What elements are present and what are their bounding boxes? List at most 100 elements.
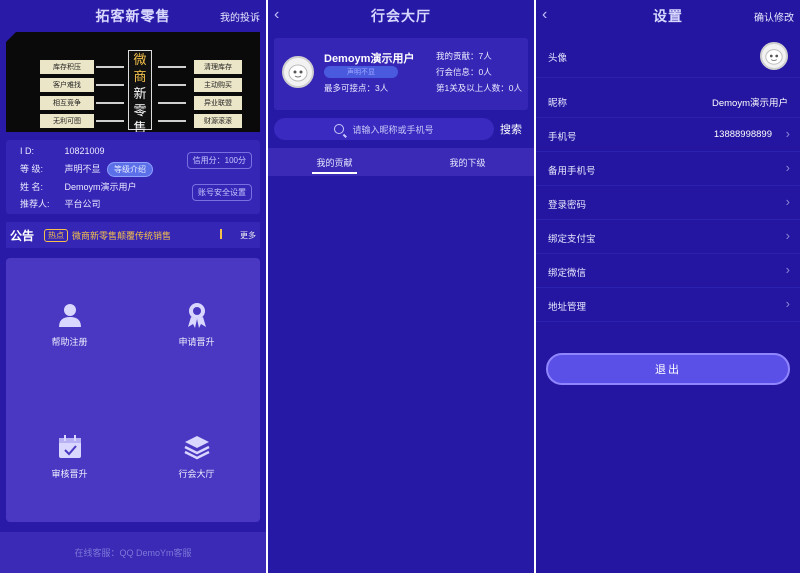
settings-key: 头像	[548, 53, 568, 64]
banner-char: 零	[133, 103, 147, 118]
search-button[interactable]: 搜索	[500, 121, 522, 137]
info-id-value: 10821009	[64, 146, 105, 156]
back-icon[interactable]: ‹	[274, 6, 279, 24]
settings-key: 登录密码	[548, 200, 587, 211]
notice-message[interactable]: 微商新零售颠覆传统销售	[72, 229, 171, 242]
chevron-right-icon: ›	[785, 228, 790, 243]
guild-user-card: Demoym演示用户 声明不显 最多可接点：3人 我的贡献：7人 行会信息：0人…	[274, 38, 528, 110]
guild-title: 行会大厅	[371, 8, 431, 24]
chevron-right-icon: ›	[785, 194, 790, 209]
banner-arrow	[96, 120, 124, 122]
guild-hall-panel: ‹ 行会大厅 Demoym演示用户 声明不显 最多可接点：3人 我的贡献：7人 …	[268, 0, 534, 573]
help-register-button[interactable]: 帮助注册	[6, 258, 133, 390]
settings-key: 手机号	[548, 132, 577, 143]
guild-hall-button[interactable]: 行会大厅	[133, 390, 260, 522]
credit-score-badge[interactable]: 信用分：100分	[186, 152, 252, 169]
avatar-face-icon	[765, 49, 783, 65]
back-icon[interactable]: ‹	[542, 6, 547, 24]
notice-more-link[interactable]: 更多	[240, 230, 256, 241]
settings-row-alipay[interactable]: 绑定支付宝 ›	[536, 220, 800, 254]
info-level-value: 声明不显	[64, 164, 101, 174]
level-intro-button[interactable]: 等级介绍	[107, 162, 154, 177]
logout-button[interactable]: 退出	[546, 353, 790, 385]
banner-arrow	[158, 120, 186, 122]
settings-title: 设置	[653, 8, 683, 24]
banner-center-text: 微 商 新 零 售	[128, 50, 152, 132]
banner-right-label: 清理库存	[194, 60, 242, 74]
banner-left-label: 库存积压	[40, 60, 94, 74]
promo-banner[interactable]: 库存积压 客户难找 相互竞争 无利可图 微 商 新 零 售 清理库存 主动购买 …	[6, 32, 260, 132]
banner-char: 售	[133, 120, 147, 132]
banner-right-label: 财源滚滚	[194, 114, 242, 128]
banner-arrow	[158, 84, 186, 86]
max-connect: 最多可接点：3人	[324, 83, 389, 93]
banner-arrow	[158, 102, 186, 104]
review-promotion-button[interactable]: 审核晋升	[6, 390, 133, 522]
search-icon	[334, 124, 345, 134]
grid-label: 行会大厅	[178, 468, 215, 479]
settings-row-phone[interactable]: 手机号 13888998899 ›	[536, 118, 800, 152]
info-id-key: I D:	[20, 146, 35, 156]
account-security-button[interactable]: 账号安全设置	[192, 184, 252, 201]
settings-panel: ‹ 设置 确认修改 头像 昵称 Demoym演示用户 手机号 138889988…	[536, 0, 800, 573]
hot-badge: 热点	[44, 228, 69, 242]
info-referrer-value: 平台公司	[64, 199, 101, 209]
banner-char: 微	[133, 52, 147, 67]
settings-key: 绑定微信	[548, 268, 587, 279]
info-name-key: 姓 名:	[20, 182, 44, 192]
avatar[interactable]	[760, 42, 788, 70]
chevron-right-icon: ›	[785, 296, 790, 311]
settings-key: 备用手机号	[548, 166, 596, 177]
online-support[interactable]: 在线客服：QQ DemoYm客服	[0, 532, 266, 573]
user-info-card: I D: 10821009 等 级: 声明不显 等级介绍 姓 名: Demoym…	[6, 140, 260, 214]
calendar-check-icon	[58, 434, 81, 458]
settings-row-avatar[interactable]: 头像	[536, 34, 800, 78]
home-title: 拓客新零售	[95, 8, 171, 24]
banner-left-label: 客户难找	[40, 78, 94, 92]
info-level-row: 等 级: 声明不显 等级介绍	[20, 162, 154, 177]
info-name-row: 姓 名: Demoym演示用户	[20, 180, 137, 193]
settings-header: ‹ 设置 确认修改	[536, 0, 800, 32]
grid-label: 帮助注册	[51, 336, 88, 347]
info-referrer-key: 推荐人:	[20, 199, 50, 209]
user-icon	[58, 303, 81, 327]
search-input[interactable]: 请输入昵称或手机号	[274, 118, 494, 140]
banner-arrow	[96, 84, 124, 86]
info-referrer-row: 推荐人: 平台公司	[20, 197, 101, 210]
banner-left-label: 无利可图	[40, 114, 94, 128]
guild-user-tag: 声明不显	[324, 66, 398, 78]
chevron-right-icon: ›	[785, 126, 790, 141]
notice-divider	[220, 229, 222, 239]
guild-user-name: Demoym演示用户	[324, 53, 415, 65]
settings-row-wechat[interactable]: 绑定微信 ›	[536, 254, 800, 288]
banner-right-label: 主动购买	[194, 78, 242, 92]
guild-info: 行会信息：0人	[436, 67, 492, 77]
notice-bar[interactable]: 公告 热点 微商新零售颠覆传统销售 更多	[6, 222, 260, 248]
settings-row-nickname[interactable]: 昵称 Demoym演示用户	[536, 84, 800, 118]
confirm-edit-button[interactable]: 确认修改	[754, 9, 794, 24]
grid-label: 审核晋升	[51, 468, 88, 479]
function-grid: 帮助注册 申请晋升 审核晋升 行会大厅	[6, 258, 260, 522]
chevron-right-icon: ›	[785, 160, 790, 175]
guild-tabs: 我的贡献 我的下级	[268, 148, 534, 176]
settings-key: 昵称	[548, 98, 568, 109]
settings-value: Demoym演示用户	[711, 98, 788, 109]
apply-promotion-button[interactable]: 申请晋升	[133, 258, 260, 390]
tab-my-subordinates[interactable]: 我的下级	[401, 148, 534, 176]
complaint-link[interactable]: 我的投诉	[220, 9, 260, 24]
info-id-row: I D: 10821009	[20, 146, 105, 156]
grid-label: 申请晋升	[178, 336, 215, 347]
settings-row-backup-phone[interactable]: 备用手机号 ›	[536, 152, 800, 186]
info-name-value: Demoym演示用户	[64, 182, 137, 192]
settings-row-password[interactable]: 登录密码 ›	[536, 186, 800, 220]
my-contribution: 我的贡献：7人	[436, 51, 492, 61]
banner-arrow	[96, 66, 124, 68]
banner-right-label: 异业联盟	[194, 96, 242, 110]
avatar	[282, 56, 314, 88]
banner-arrow	[96, 102, 124, 104]
banner-char: 新	[133, 86, 147, 101]
settings-row-address[interactable]: 地址管理 ›	[536, 288, 800, 322]
banner-corner	[6, 32, 16, 42]
home-panel: 拓客新零售 我的投诉 库存积压 客户难找 相互竞争 无利可图 微 商 新 零 售…	[0, 0, 266, 573]
tab-my-contribution[interactable]: 我的贡献	[268, 148, 401, 176]
